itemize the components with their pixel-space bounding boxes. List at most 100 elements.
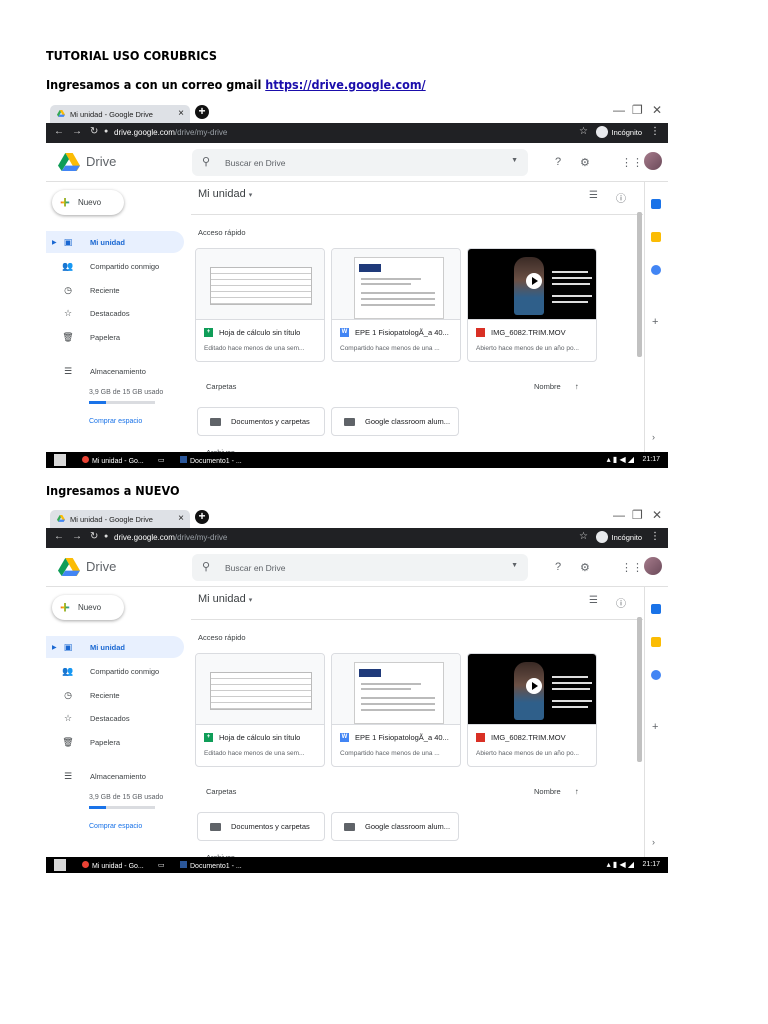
back-icon[interactable]: ←: [54, 531, 64, 542]
sidebar-item-storage[interactable]: ☰ Almacenamiento: [46, 765, 184, 787]
sidebar-item-shared[interactable]: 👥 Compartido conmigo: [46, 660, 184, 682]
browser-menu-icon[interactable]: ⋮: [650, 126, 660, 137]
folder-item[interactable]: Google classroom alum...: [331, 407, 459, 436]
sort-by-name[interactable]: Nombre ↑: [534, 382, 579, 391]
new-tab-button[interactable]: +: [195, 510, 209, 524]
help-icon[interactable]: ?: [555, 561, 561, 573]
forward-icon[interactable]: →: [72, 531, 82, 542]
restore-icon[interactable]: ❐: [632, 508, 643, 522]
new-tab-button[interactable]: +: [195, 105, 209, 119]
reload-icon[interactable]: ↻: [90, 531, 98, 542]
sidebar-item-starred[interactable]: ☆ Destacados: [46, 302, 184, 324]
apps-grid-icon[interactable]: ⋮⋮: [621, 156, 643, 169]
windows-start-icon[interactable]: [54, 454, 66, 466]
taskbar-item-word[interactable]: Documento1 - ...: [180, 456, 242, 465]
breadcrumb[interactable]: Mi unidad ▾: [198, 188, 252, 200]
url-field[interactable]: drive.google.com/drive/my-drive: [114, 128, 227, 137]
system-tray-icons[interactable]: ▴ ▮ ◀ ◢: [607, 860, 634, 869]
tasks-icon[interactable]: [651, 265, 661, 275]
avatar[interactable]: [644, 557, 662, 575]
list-view-icon[interactable]: ☰: [589, 190, 598, 201]
drive-link[interactable]: https://drive.google.com/: [265, 77, 425, 92]
minimize-icon[interactable]: —: [613, 103, 625, 117]
buy-storage-link[interactable]: Comprar espacio: [89, 823, 142, 830]
expand-arrow-icon[interactable]: ▶: [52, 644, 57, 651]
search-box[interactable]: ⚲ Buscar en Drive ▼: [192, 554, 528, 581]
breadcrumb[interactable]: Mi unidad ▾: [198, 593, 252, 605]
close-window-icon[interactable]: ✕: [652, 103, 662, 117]
avatar[interactable]: [644, 152, 662, 170]
expand-panel-icon[interactable]: ›: [652, 432, 655, 442]
sidebar-item-trash[interactable]: 🗑 Papelera: [46, 326, 184, 348]
file-card-doc[interactable]: W EPE 1 FisiopatologÃ_a 40... Compartido …: [331, 653, 461, 767]
sidebar-item-recent[interactable]: ◷ Reciente: [46, 279, 184, 301]
keep-icon[interactable]: [651, 232, 661, 242]
taskbar-item-chrome[interactable]: Mi unidad - Go...: [82, 861, 146, 870]
windows-start-icon[interactable]: [54, 859, 66, 871]
info-icon[interactable]: ⓘ: [616, 595, 626, 610]
keep-icon[interactable]: [651, 637, 661, 647]
folder-item[interactable]: Documentos y carpetas: [197, 407, 325, 436]
folder-item[interactable]: Google classroom alum...: [331, 812, 459, 841]
forward-icon[interactable]: →: [72, 126, 82, 137]
list-view-icon[interactable]: ☰: [589, 595, 598, 606]
add-addon-icon[interactable]: +: [652, 721, 658, 733]
file-card-sheet[interactable]: + Hoja de cálculo sin título Editado hace…: [195, 653, 325, 767]
close-tab-icon[interactable]: ×: [178, 108, 184, 119]
new-button[interactable]: + Nuevo: [52, 595, 124, 620]
scrollbar[interactable]: [637, 212, 642, 357]
search-box[interactable]: ⚲ Buscar en Drive ▼: [192, 149, 528, 176]
sort-by-name[interactable]: Nombre ↑: [534, 787, 579, 796]
file-explorer-icon[interactable]: ▭: [158, 456, 165, 464]
sidebar-item-recent[interactable]: ◷ Reciente: [46, 684, 184, 706]
expand-arrow-icon[interactable]: ▶: [52, 239, 57, 246]
tasks-icon[interactable]: [651, 670, 661, 680]
buy-storage-link[interactable]: Comprar espacio: [89, 418, 142, 425]
reload-icon[interactable]: ↻: [90, 126, 98, 137]
incognito-indicator[interactable]: Incógnito: [595, 531, 642, 543]
apps-grid-icon[interactable]: ⋮⋮: [621, 561, 643, 574]
calendar-icon[interactable]: [651, 199, 661, 209]
info-icon[interactable]: ⓘ: [616, 190, 626, 205]
browser-tab[interactable]: Mi unidad - Google Drive ×: [50, 105, 190, 123]
search-options-icon[interactable]: ▼: [511, 562, 518, 569]
settings-gear-icon[interactable]: ⚙: [580, 156, 590, 169]
bookmark-star-icon[interactable]: ☆: [579, 126, 588, 137]
file-card-doc[interactable]: W EPE 1 FisiopatologÃ_a 40... Compartido …: [331, 248, 461, 362]
new-button[interactable]: + Nuevo: [52, 190, 124, 215]
sidebar-item-shared[interactable]: 👥 Compartido conmigo: [46, 255, 184, 277]
settings-gear-icon[interactable]: ⚙: [580, 561, 590, 574]
file-explorer-icon[interactable]: ▭: [158, 861, 165, 869]
sort-arrow-up-icon[interactable]: ↑: [575, 787, 579, 796]
system-tray-icons[interactable]: ▴ ▮ ◀ ◢: [607, 455, 634, 464]
browser-menu-icon[interactable]: ⋮: [650, 531, 660, 542]
scrollbar[interactable]: [637, 617, 642, 762]
sidebar-item-my-drive[interactable]: ▶ ▣ Mi unidad: [46, 231, 184, 253]
incognito-indicator[interactable]: Incógnito: [595, 126, 642, 138]
restore-icon[interactable]: ❐: [632, 103, 643, 117]
file-card-video[interactable]: IMG_6082.TRIM.MOV Abierto hace menos de …: [467, 653, 597, 767]
sort-arrow-up-icon[interactable]: ↑: [575, 382, 579, 391]
sidebar-item-trash[interactable]: 🗑 Papelera: [46, 731, 184, 753]
taskbar-item-chrome[interactable]: Mi unidad - Go...: [82, 456, 146, 465]
calendar-icon[interactable]: [651, 604, 661, 614]
expand-panel-icon[interactable]: ›: [652, 837, 655, 847]
url-field[interactable]: drive.google.com/drive/my-drive: [114, 533, 227, 542]
file-card-video[interactable]: IMG_6082.TRIM.MOV Abierto hace menos de …: [467, 248, 597, 362]
close-tab-icon[interactable]: ×: [178, 513, 184, 524]
file-card-sheet[interactable]: + Hoja de cálculo sin título Editado hace…: [195, 248, 325, 362]
sidebar-item-label: Reciente: [90, 285, 120, 295]
folder-item[interactable]: Documentos y carpetas: [197, 812, 325, 841]
search-options-icon[interactable]: ▼: [511, 157, 518, 164]
back-icon[interactable]: ←: [54, 126, 64, 137]
bookmark-star-icon[interactable]: ☆: [579, 531, 588, 542]
add-addon-icon[interactable]: +: [652, 316, 658, 328]
minimize-icon[interactable]: —: [613, 508, 625, 522]
taskbar-item-word[interactable]: Documento1 - ...: [180, 861, 242, 870]
sidebar-item-my-drive[interactable]: ▶ ▣ Mi unidad: [46, 636, 184, 658]
close-window-icon[interactable]: ✕: [652, 508, 662, 522]
browser-tab[interactable]: Mi unidad - Google Drive ×: [50, 510, 190, 528]
help-icon[interactable]: ?: [555, 156, 561, 168]
sidebar-item-starred[interactable]: ☆ Destacados: [46, 707, 184, 729]
sidebar-item-storage[interactable]: ☰ Almacenamiento: [46, 360, 184, 382]
